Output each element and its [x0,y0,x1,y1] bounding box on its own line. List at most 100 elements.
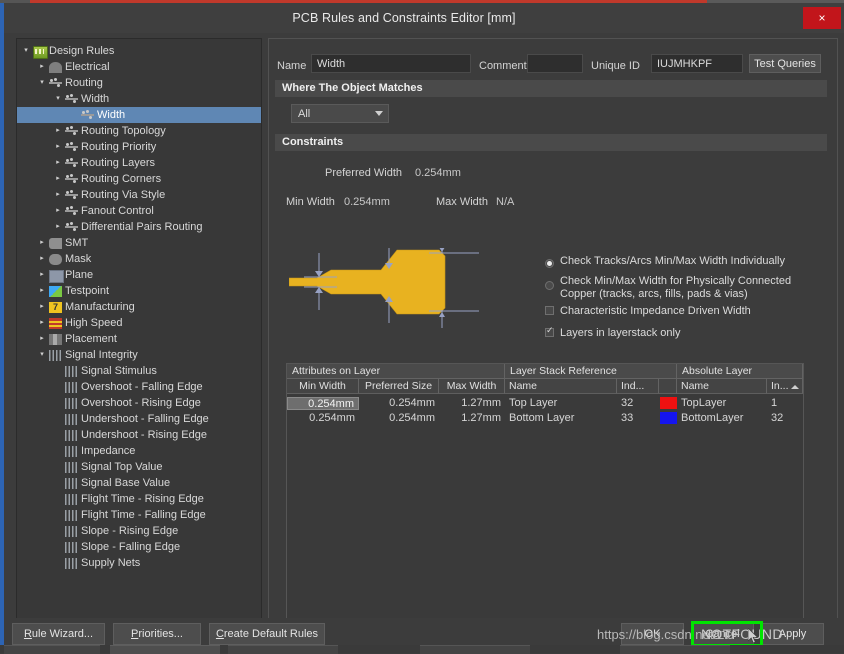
tree-item-width[interactable]: Width [17,107,261,123]
chevron-right-icon[interactable] [53,203,63,219]
option-label-characteristic-impedance[interactable]: Characteristic Impedance Driven Width [560,305,751,317]
tree-item-supply-nets[interactable]: Supply Nets [17,555,261,571]
tree-item-slope-rising-edge[interactable]: Slope - Rising Edge [17,523,261,539]
design-rules-tree[interactable]: Design Rules Electrical Routing Width Width R… [16,38,262,636]
chevron-down-icon[interactable] [37,75,47,91]
scope-select[interactable]: All [291,104,389,123]
rule-wizard-button[interactable]: Rule Wizard... [12,623,105,645]
tree-item-width[interactable]: Width [17,91,261,107]
tree-item-electrical[interactable]: Electrical [17,59,261,75]
tree-item-routing[interactable]: Routing [17,75,261,91]
tree-item-undershoot-rising-edge[interactable]: Undershoot - Rising Edge [17,427,261,443]
signal-integrity-icon [49,350,62,361]
tree-item-placement[interactable]: Placement [17,331,261,347]
tree-item-routing-via-style[interactable]: Routing Via Style [17,187,261,203]
tree-item-overshoot-falling-edge[interactable]: Overshoot - Falling Edge [17,379,261,395]
tree-item-smt[interactable]: SMT [17,235,261,251]
tree-item-overshoot-rising-edge[interactable]: Overshoot - Rising Edge [17,395,261,411]
tree-item-routing-priority[interactable]: Routing Priority [17,139,261,155]
preferred-width-value[interactable]: 0.254mm [415,167,461,179]
checkbox-layers-in-layerstack[interactable] [545,325,554,337]
tree-item-impedance[interactable]: Impedance [17,443,261,459]
checkbox-characteristic-impedance[interactable] [545,306,554,315]
chevron-right-icon[interactable] [37,251,47,267]
tree-item-undershoot-falling-edge[interactable]: Undershoot - Falling Edge [17,411,261,427]
max-width-value[interactable]: N/A [496,196,514,208]
name-input[interactable]: Width [311,54,471,73]
table-cell-stack-name[interactable]: Top Layer [505,397,617,410]
table-cell-min-width[interactable]: 0.254mm [287,397,359,410]
unique-id-input[interactable]: IUJMHKPF [651,54,743,73]
option-label-check-connected-line1[interactable]: Check Min/Max Width for Physically Conne… [560,275,791,287]
tree-item-signal-base-value[interactable]: Signal Base Value [17,475,261,491]
table-cell-preferred-size[interactable]: 0.254mm [359,412,439,425]
table-column-header[interactable]: Min Width [287,379,359,394]
tree-item-testpoint[interactable]: Testpoint [17,283,261,299]
tree-item-mask[interactable]: Mask [17,251,261,267]
layer-constraints-table[interactable]: Attributes on Layer Layer Stack Reference… [286,363,804,629]
table-cell-stack-index[interactable]: 33 [617,412,659,425]
chevron-right-icon[interactable] [37,59,47,75]
tree-item-routing-corners[interactable]: Routing Corners [17,171,261,187]
table-column-header[interactable]: Name [505,379,617,394]
table-column-header[interactable]: Max Width [439,379,505,394]
tree-item-slope-falling-edge[interactable]: Slope - Falling Edge [17,539,261,555]
comment-input[interactable] [527,54,583,73]
chevron-right-icon[interactable] [53,187,63,203]
close-icon[interactable]: × [803,7,841,29]
table-cell-stack-name[interactable]: Bottom Layer [505,412,617,425]
table-column-header[interactable] [659,379,677,394]
tree-item-plane[interactable]: Plane [17,267,261,283]
tree-item-routing-topology[interactable]: Routing Topology [17,123,261,139]
tree-item-signal-stimulus[interactable]: Signal Stimulus [17,363,261,379]
chevron-down-icon[interactable] [37,347,47,363]
tree-item-differential-pairs-routing[interactable]: Differential Pairs Routing [17,219,261,235]
chevron-right-icon[interactable] [37,331,47,347]
tree-item-fanout-control[interactable]: Fanout Control [17,203,261,219]
min-width-value[interactable]: 0.254mm [344,196,390,208]
chevron-down-icon[interactable] [53,91,63,107]
tree-item-design-rules[interactable]: Design Rules [17,43,261,59]
chevron-right-icon[interactable] [37,299,47,315]
table-cell-absolute-name[interactable]: TopLayer [677,397,767,410]
table-cell-max-width[interactable]: 1.27mm [439,397,505,410]
table-column-header[interactable]: Name [677,379,767,394]
chevron-right-icon[interactable] [53,155,63,171]
create-default-rules-button[interactable]: Create Default Rules [209,623,325,645]
chevron-right-icon[interactable] [53,219,63,235]
chevron-right-icon[interactable] [37,283,47,299]
chevron-right-icon[interactable] [53,123,63,139]
option-label-layers-in-layerstack[interactable]: Layers in layerstack only [560,327,680,339]
radio-check-individually[interactable] [545,259,554,268]
layer-color-swatch[interactable] [660,397,677,409]
tree-item-signal-top-value[interactable]: Signal Top Value [17,459,261,475]
test-queries-button[interactable]: Test Queries [749,54,821,73]
table-column-header[interactable]: Preferred Size [359,379,439,394]
option-label-check-connected-line2[interactable]: Copper (tracks, arcs, fills, pads & vias… [560,288,748,300]
tree-item-high-speed[interactable]: High Speed [17,315,261,331]
chevron-right-icon[interactable] [37,315,47,331]
tree-item-manufacturing[interactable]: 7Manufacturing [17,299,261,315]
tree-item-flight-time-falling-edge[interactable]: Flight Time - Falling Edge [17,507,261,523]
tree-item-routing-layers[interactable]: Routing Layers [17,155,261,171]
sort-ascending-icon[interactable] [791,385,799,389]
chevron-right-icon[interactable] [37,267,47,283]
tree-item-flight-time-rising-edge[interactable]: Flight Time - Rising Edge [17,491,261,507]
chevron-right-icon[interactable] [53,139,63,155]
radio-check-connected-copper[interactable] [545,281,554,290]
tree-item-signal-integrity[interactable]: Signal Integrity [17,347,261,363]
table-cell-max-width[interactable]: 1.27mm [439,412,505,425]
chevron-right-icon[interactable] [37,235,47,251]
table-cell-absolute-name[interactable]: BottomLayer [677,412,767,425]
chevron-down-icon[interactable] [21,43,31,59]
table-cell-preferred-size[interactable]: 0.254mm [359,397,439,410]
layer-color-swatch[interactable] [660,412,677,424]
chevron-right-icon[interactable] [53,171,63,187]
priorities-button[interactable]: Priorities... [113,623,201,645]
table-cell-absolute-index[interactable]: 32 [767,412,803,425]
option-label-check-individually[interactable]: Check Tracks/Arcs Min/Max Width Individu… [560,255,785,267]
table-column-header[interactable]: Ind... [617,379,659,394]
table-cell-min-width[interactable]: 0.254mm [287,412,359,425]
table-cell-absolute-index[interactable]: 1 [767,397,803,410]
table-cell-stack-index[interactable]: 32 [617,397,659,410]
